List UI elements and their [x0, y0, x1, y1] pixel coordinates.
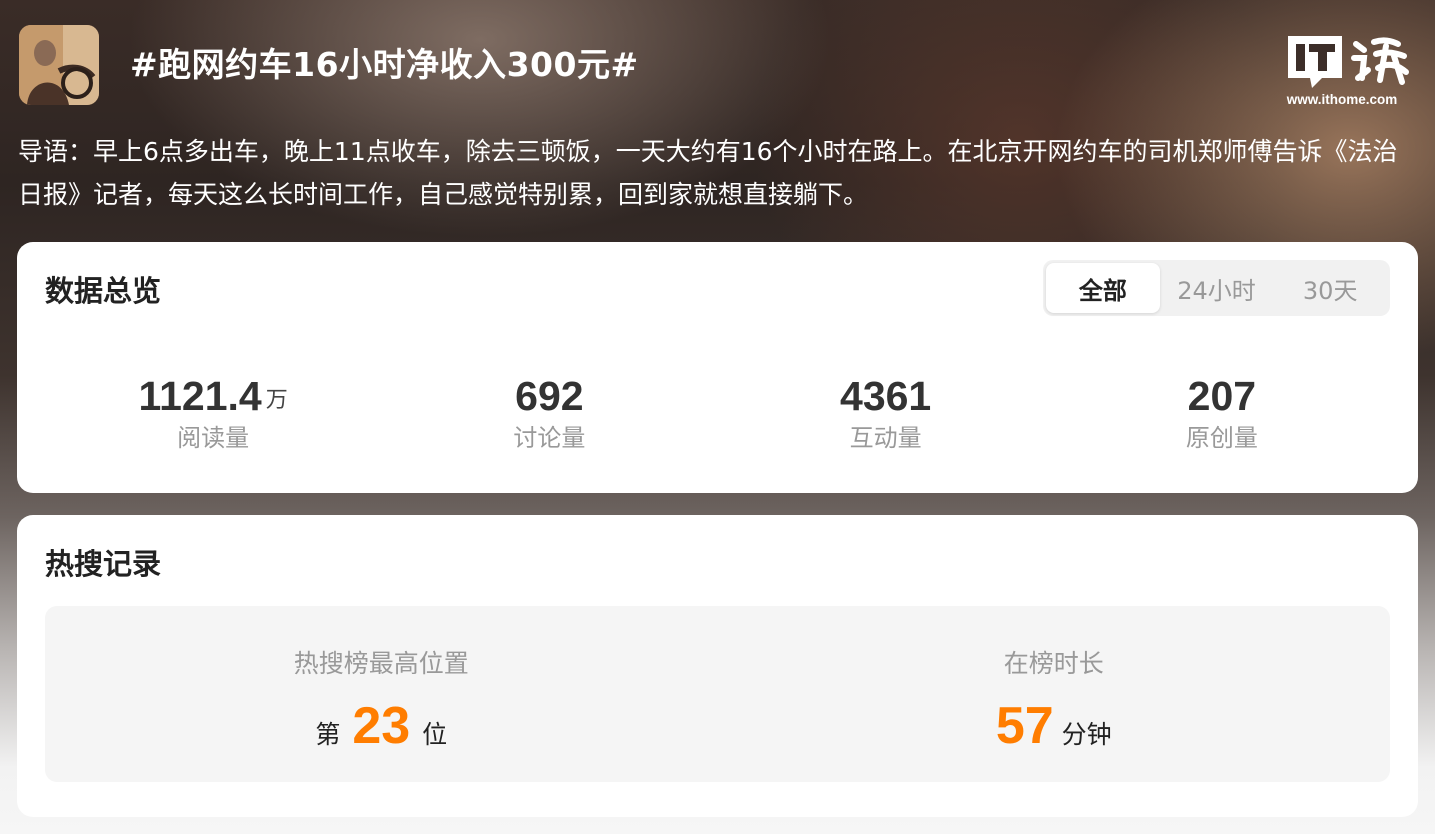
peak-suffix: 位	[422, 720, 448, 749]
stat-discussions: 692 讨论量	[381, 370, 717, 453]
topic-title[interactable]: #跑网约车16小时净收入300元#	[130, 40, 639, 90]
topic-thumbnail	[19, 25, 99, 105]
duration-unit: 分钟	[1061, 720, 1112, 749]
driver-photo-icon	[19, 25, 99, 105]
stat-value: 207	[1187, 373, 1257, 419]
stat-value: 1121.4	[138, 373, 262, 419]
stat-label: 讨论量	[513, 424, 586, 452]
tab-24h[interactable]: 24小时	[1160, 263, 1274, 313]
data-overview-card: 数据总览 全部 24小时 30天 1121.4 万 阅读量 692 讨论量 43…	[17, 242, 1418, 493]
ithome-logo-icon	[1288, 36, 1409, 88]
peak-prefix: 第	[315, 720, 341, 749]
stat-interactions: 4361 互动量	[718, 370, 1054, 453]
time-on-list: 在榜时长 57 分钟	[718, 606, 1391, 782]
stat-label: 互动量	[849, 424, 922, 452]
time-on-list-label: 在榜时长	[1003, 649, 1104, 678]
stats-row: 1121.4 万 阅读量 692 讨论量 4361 互动量 207 原创量	[45, 370, 1390, 453]
stat-unit: 万	[265, 388, 288, 413]
peak-position-label: 热搜榜最高位置	[293, 649, 469, 678]
stat-originals: 207 原创量	[1054, 370, 1390, 453]
hot-search-card: 热搜记录 热搜榜最高位置 第 23 位 在榜时长 57 分钟	[17, 515, 1418, 817]
ithome-logo: www.ithome.com	[1278, 30, 1414, 110]
stat-label: 阅读量	[177, 424, 250, 452]
tab-30d[interactable]: 30天	[1273, 263, 1387, 313]
duration-value: 57	[995, 697, 1054, 755]
hot-search-title: 热搜记录	[45, 547, 162, 581]
stat-label: 原创量	[1185, 424, 1258, 452]
peak-position: 热搜榜最高位置 第 23 位	[45, 606, 718, 782]
stat-reads: 1121.4 万 阅读量	[45, 370, 381, 453]
topic-intro: 导语：早上6点多出车，晚上11点收车，除去三顿饭，一天大约有16个小时在路上。在…	[18, 137, 1398, 209]
overview-title: 数据总览	[45, 274, 162, 308]
hot-search-panel: 热搜榜最高位置 第 23 位 在榜时长 57 分钟	[45, 606, 1390, 782]
stat-value: 4361	[840, 373, 932, 419]
time-range-tabs: 全部 24小时 30天	[1043, 260, 1390, 316]
peak-rank-value: 23	[352, 697, 411, 755]
brand-url: www.ithome.com	[1286, 92, 1398, 107]
stat-value: 692	[515, 373, 584, 419]
tab-all[interactable]: 全部	[1046, 263, 1160, 313]
